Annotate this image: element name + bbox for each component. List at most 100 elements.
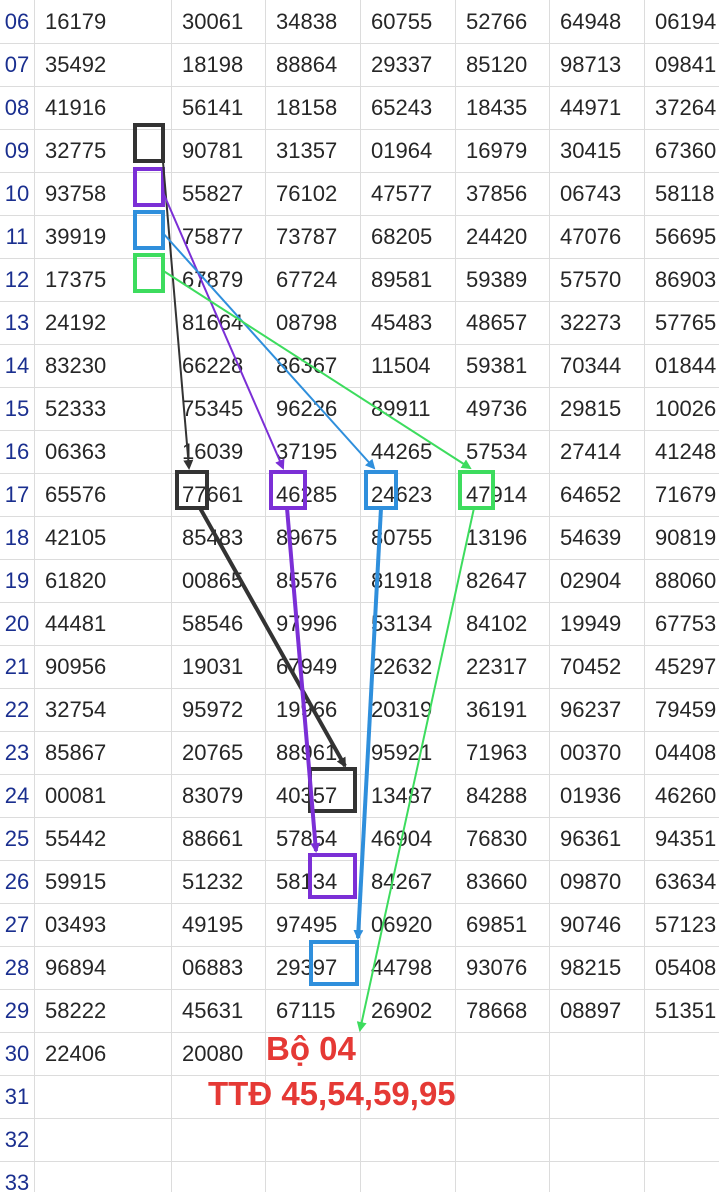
table-cell[interactable]: 63634 [645,860,719,903]
table-cell[interactable]: 26902 [361,989,455,1032]
table-cell[interactable]: 29337 [361,43,455,86]
table-cell[interactable]: 83660 [456,860,549,903]
table-cell[interactable]: 69851 [456,903,549,946]
row-number[interactable]: 21 [0,645,34,688]
table-cell[interactable] [645,1032,719,1075]
table-cell[interactable]: 46260 [645,774,719,817]
table-cell[interactable] [172,1161,265,1192]
table-cell[interactable]: 37264 [645,86,719,129]
table-cell[interactable]: 84102 [456,602,549,645]
table-cell[interactable] [456,1032,549,1075]
row-number[interactable]: 13 [0,301,34,344]
table-cell[interactable]: 59381 [456,344,549,387]
table-cell[interactable]: 70452 [550,645,644,688]
table-cell[interactable]: 88961 [266,731,360,774]
table-cell[interactable]: 47914 [456,473,549,516]
table-cell[interactable]: 22632 [361,645,455,688]
table-cell[interactable]: 98713 [550,43,644,86]
table-cell[interactable]: 89675 [266,516,360,559]
table-cell[interactable]: 19966 [266,688,360,731]
table-cell[interactable] [550,1032,644,1075]
table-cell[interactable]: 56141 [172,86,265,129]
row-number[interactable]: 33 [0,1161,34,1192]
table-cell[interactable]: 13196 [456,516,549,559]
table-cell[interactable]: 88864 [266,43,360,86]
table-cell[interactable]: 31357 [266,129,360,172]
table-cell[interactable] [456,1161,549,1192]
table-cell[interactable]: 41248 [645,430,719,473]
table-cell[interactable]: 58134 [266,860,360,903]
table-cell[interactable]: 64948 [550,0,644,43]
table-cell[interactable]: 67724 [266,258,360,301]
row-number[interactable]: 15 [0,387,34,430]
table-cell[interactable] [645,1075,719,1118]
table-cell[interactable]: 79459 [645,688,719,731]
table-cell[interactable]: 86367 [266,344,360,387]
table-cell[interactable] [456,1075,549,1118]
table-cell[interactable]: 18198 [172,43,265,86]
table-cell[interactable]: 59389 [456,258,549,301]
table-cell[interactable] [172,1118,265,1161]
table-cell[interactable]: 65576 [35,473,171,516]
table-cell[interactable]: 44265 [361,430,455,473]
table-cell[interactable]: 34838 [266,0,360,43]
table-cell[interactable]: 57854 [266,817,360,860]
table-cell[interactable]: 55827 [172,172,265,215]
table-cell[interactable]: 46285 [266,473,360,516]
row-number[interactable]: 16 [0,430,34,473]
table-cell[interactable]: 05408 [645,946,719,989]
table-cell[interactable]: 00865 [172,559,265,602]
table-cell[interactable]: 30415 [550,129,644,172]
table-cell[interactable]: 98215 [550,946,644,989]
table-cell[interactable] [361,1032,455,1075]
table-cell[interactable]: 60755 [361,0,455,43]
table-cell[interactable]: 56695 [645,215,719,258]
table-cell[interactable]: 95972 [172,688,265,731]
table-cell[interactable]: 84288 [456,774,549,817]
table-cell[interactable]: 06363 [35,430,171,473]
table-cell[interactable]: 08798 [266,301,360,344]
table-cell[interactable] [645,1161,719,1192]
table-cell[interactable]: 83079 [172,774,265,817]
table-cell[interactable]: 22317 [456,645,549,688]
table-cell[interactable]: 90781 [172,129,265,172]
table-cell[interactable]: 81664 [172,301,265,344]
row-number[interactable]: 18 [0,516,34,559]
table-cell[interactable]: 93758 [35,172,171,215]
table-cell[interactable]: 96237 [550,688,644,731]
table-cell[interactable]: 82647 [456,559,549,602]
table-cell[interactable]: 39919 [35,215,171,258]
table-cell[interactable]: 00081 [35,774,171,817]
table-cell[interactable]: 42105 [35,516,171,559]
table-cell[interactable]: 83230 [35,344,171,387]
table-cell[interactable]: 08897 [550,989,644,1032]
row-number[interactable]: 14 [0,344,34,387]
row-number[interactable]: 32 [0,1118,34,1161]
row-number[interactable]: 19 [0,559,34,602]
table-cell[interactable]: 24623 [361,473,455,516]
table-cell[interactable]: 00370 [550,731,644,774]
table-cell[interactable] [456,1118,549,1161]
table-cell[interactable]: 75877 [172,215,265,258]
row-number[interactable]: 24 [0,774,34,817]
table-cell[interactable]: 19949 [550,602,644,645]
table-cell[interactable]: 96361 [550,817,644,860]
row-number[interactable]: 25 [0,817,34,860]
table-cell[interactable]: 51232 [172,860,265,903]
table-cell[interactable]: 86903 [645,258,719,301]
table-cell[interactable]: 67949 [266,645,360,688]
table-cell[interactable] [35,1161,171,1192]
table-cell[interactable]: 57570 [550,258,644,301]
table-cell[interactable] [266,1118,360,1161]
table-cell[interactable]: 68205 [361,215,455,258]
table-cell[interactable]: 67115 [266,989,360,1032]
table-cell[interactable]: 77661 [172,473,265,516]
table-cell[interactable]: 51351 [645,989,719,1032]
row-number[interactable]: 10 [0,172,34,215]
table-cell[interactable]: 03493 [35,903,171,946]
table-cell[interactable]: 54639 [550,516,644,559]
table-cell[interactable]: 16039 [172,430,265,473]
table-cell[interactable]: 89911 [361,387,455,430]
table-cell[interactable]: 20765 [172,731,265,774]
table-cell[interactable]: 70344 [550,344,644,387]
